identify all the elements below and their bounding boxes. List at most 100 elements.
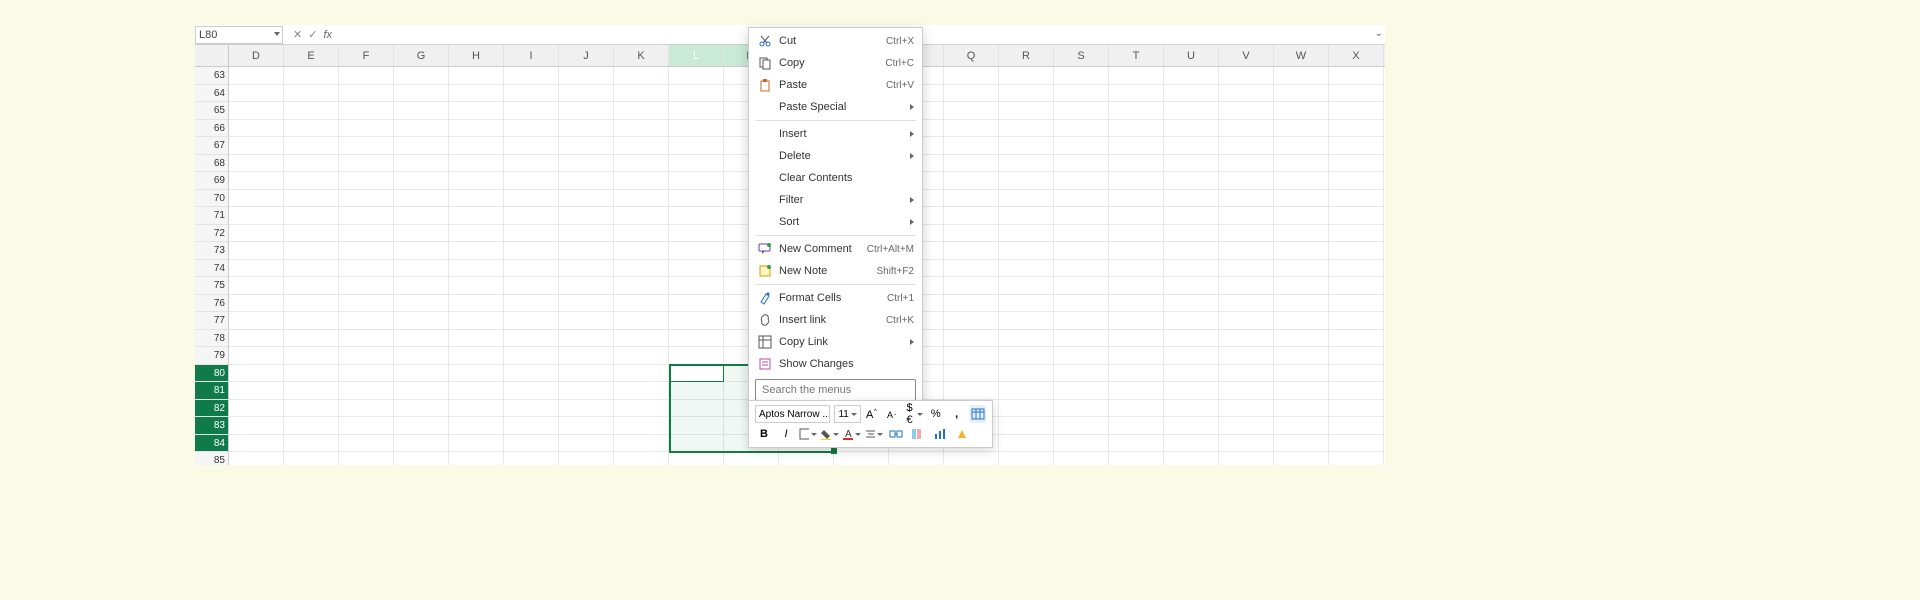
cell[interactable]	[504, 225, 559, 243]
cell[interactable]	[1274, 312, 1329, 330]
cell[interactable]	[614, 137, 669, 155]
cell[interactable]	[284, 400, 339, 418]
cell[interactable]	[999, 172, 1054, 190]
col-header[interactable]: E	[284, 45, 339, 66]
cell[interactable]	[1219, 85, 1274, 103]
cell[interactable]	[1054, 382, 1109, 400]
cell[interactable]	[504, 382, 559, 400]
cell[interactable]	[1109, 435, 1164, 453]
cell[interactable]	[944, 155, 999, 173]
menu-item-delete[interactable]: Delete	[749, 145, 922, 167]
menu-item-paste-special[interactable]: Paste Special	[749, 96, 922, 118]
cell[interactable]	[1164, 102, 1219, 120]
cell[interactable]	[229, 330, 284, 348]
cell[interactable]	[394, 225, 449, 243]
cell[interactable]	[449, 417, 504, 435]
menu-item-format-cells[interactable]: Format CellsCtrl+1	[749, 287, 922, 309]
cell[interactable]	[999, 85, 1054, 103]
cell[interactable]	[1329, 207, 1384, 225]
cell[interactable]	[284, 137, 339, 155]
cell[interactable]	[559, 260, 614, 278]
cell[interactable]	[449, 365, 504, 383]
col-header[interactable]: F	[339, 45, 394, 66]
cell[interactable]	[339, 347, 394, 365]
cell[interactable]	[504, 435, 559, 453]
cell[interactable]	[1274, 225, 1329, 243]
cell[interactable]	[1329, 295, 1384, 313]
cell[interactable]	[669, 330, 724, 348]
row-header[interactable]: 77	[195, 312, 229, 330]
cell[interactable]	[1329, 312, 1384, 330]
cell[interactable]	[284, 365, 339, 383]
menu-item-new-note[interactable]: New NoteShift+F2	[749, 260, 922, 282]
row-header[interactable]: 85	[195, 452, 229, 465]
cell[interactable]	[779, 452, 834, 465]
cell[interactable]	[1274, 85, 1329, 103]
cell[interactable]	[394, 120, 449, 138]
cell[interactable]	[669, 102, 724, 120]
cell[interactable]	[1164, 67, 1219, 85]
cell[interactable]	[1274, 277, 1329, 295]
cell[interactable]	[669, 155, 724, 173]
cell[interactable]	[1274, 120, 1329, 138]
row-header[interactable]: 68	[195, 155, 229, 173]
cell[interactable]	[1109, 347, 1164, 365]
cell[interactable]	[339, 277, 394, 295]
cell[interactable]	[1109, 452, 1164, 465]
cell[interactable]	[284, 85, 339, 103]
row-header[interactable]: 83	[195, 417, 229, 435]
select-all-corner[interactable]	[195, 45, 229, 67]
cell[interactable]	[669, 347, 724, 365]
cell[interactable]	[944, 172, 999, 190]
cell[interactable]	[614, 295, 669, 313]
cell[interactable]	[1219, 417, 1274, 435]
cell[interactable]	[1274, 155, 1329, 173]
cell[interactable]	[339, 365, 394, 383]
cell[interactable]	[229, 417, 284, 435]
cell[interactable]	[394, 277, 449, 295]
conditional-format-icon[interactable]	[909, 425, 927, 443]
col-header[interactable]: J	[559, 45, 614, 66]
cell[interactable]	[1329, 400, 1384, 418]
cell[interactable]	[1164, 260, 1219, 278]
cell[interactable]	[1329, 85, 1384, 103]
cell[interactable]	[669, 295, 724, 313]
cell[interactable]	[394, 435, 449, 453]
cell[interactable]	[999, 260, 1054, 278]
cell[interactable]	[944, 330, 999, 348]
cancel-icon[interactable]: ✕	[293, 28, 302, 41]
cell[interactable]	[284, 225, 339, 243]
cell[interactable]	[284, 330, 339, 348]
cell[interactable]	[1329, 155, 1384, 173]
cell[interactable]	[1109, 417, 1164, 435]
cell[interactable]	[1109, 365, 1164, 383]
cell[interactable]	[1329, 365, 1384, 383]
menu-item-clear-contents[interactable]: Clear Contents	[749, 167, 922, 189]
cell[interactable]	[559, 85, 614, 103]
fill-color-button[interactable]	[821, 425, 839, 443]
fill-handle[interactable]	[831, 448, 837, 454]
cell[interactable]	[284, 242, 339, 260]
cell[interactable]	[284, 120, 339, 138]
cell[interactable]	[669, 312, 724, 330]
col-header[interactable]: S	[1054, 45, 1109, 66]
cell[interactable]	[394, 137, 449, 155]
cell[interactable]	[504, 277, 559, 295]
cell[interactable]	[284, 67, 339, 85]
cell[interactable]	[339, 382, 394, 400]
cell[interactable]	[1274, 330, 1329, 348]
cell[interactable]	[999, 137, 1054, 155]
cell[interactable]	[1329, 172, 1384, 190]
cell[interactable]	[449, 102, 504, 120]
cell[interactable]	[229, 85, 284, 103]
cell[interactable]	[614, 452, 669, 465]
cell[interactable]	[229, 207, 284, 225]
cell[interactable]	[394, 365, 449, 383]
cell[interactable]	[504, 347, 559, 365]
col-header[interactable]: Q	[944, 45, 999, 66]
cell[interactable]	[559, 207, 614, 225]
cell[interactable]	[1054, 137, 1109, 155]
cell[interactable]	[1329, 347, 1384, 365]
cell[interactable]	[1219, 137, 1274, 155]
cell[interactable]	[614, 85, 669, 103]
